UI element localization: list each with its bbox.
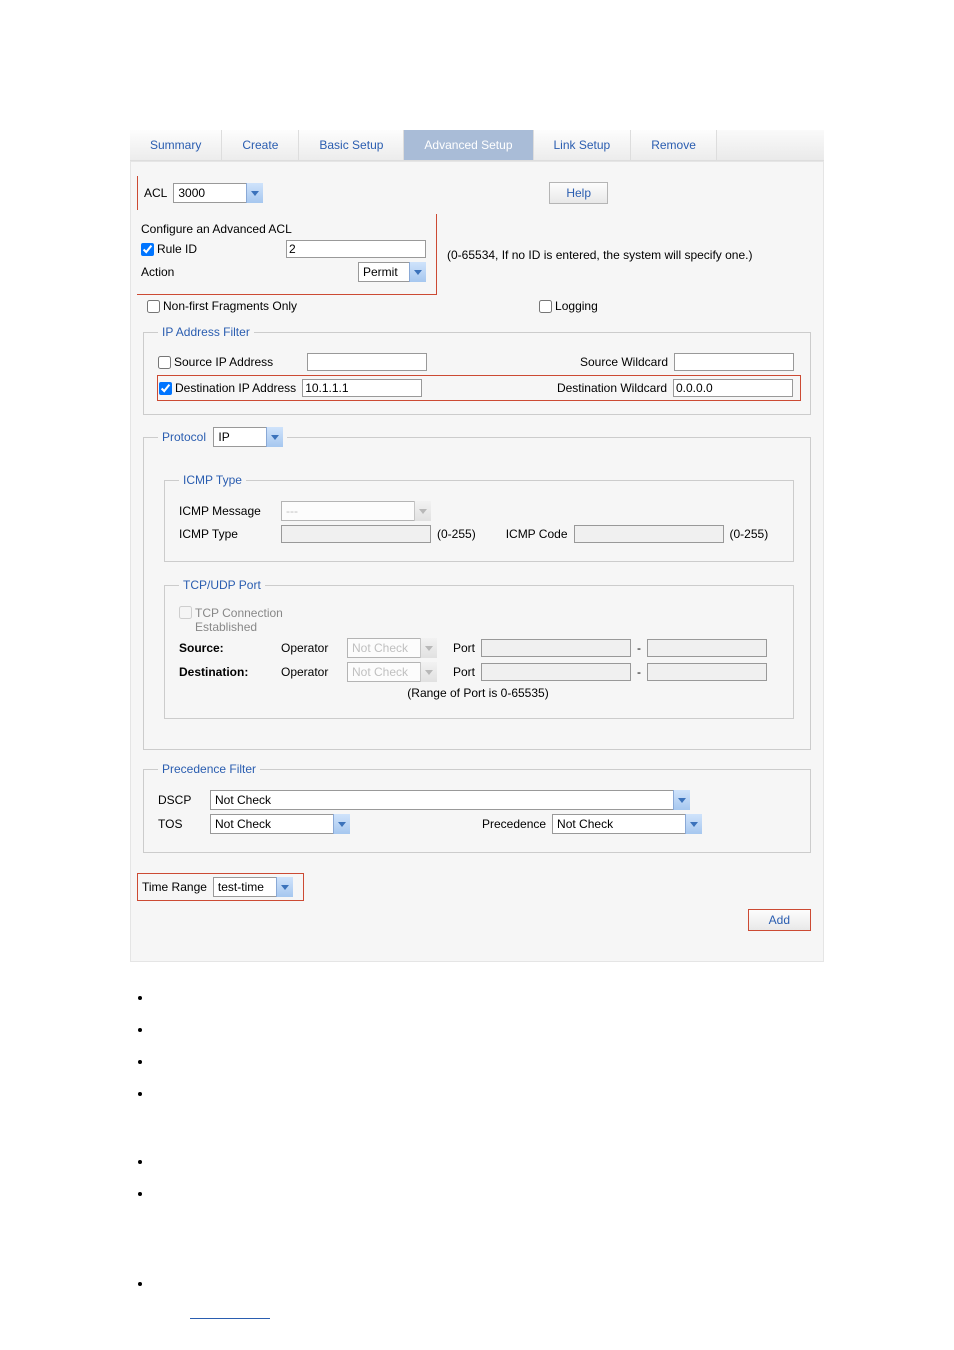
action-select[interactable]: Permit bbox=[358, 262, 426, 282]
non-first-fragments-label: Non-first Fragments Only bbox=[163, 299, 297, 313]
precedence-select[interactable]: Not Check bbox=[552, 814, 702, 834]
tab-create[interactable]: Create bbox=[222, 130, 299, 160]
icmp-type-input bbox=[281, 525, 431, 543]
action-label: Action bbox=[141, 265, 174, 279]
notes-list: . . . . . . . bbox=[130, 990, 824, 1322]
source-port-text: Port bbox=[453, 641, 475, 655]
tcp-connection-established-label: TCP Connection Established bbox=[195, 606, 323, 634]
tcp-udp-port-group: TCP/UDP Port TCP Connection Established … bbox=[164, 578, 794, 719]
tab-link-setup[interactable]: Link Setup bbox=[534, 130, 632, 160]
tos-label: TOS bbox=[158, 817, 204, 831]
icmp-code-input bbox=[574, 525, 724, 543]
dscp-label: DSCP bbox=[158, 793, 204, 807]
source-ip-label: Source IP Address bbox=[174, 355, 273, 369]
destination-port-text: Port bbox=[453, 665, 475, 679]
tos-select[interactable]: Not Check bbox=[210, 814, 350, 834]
destination-ip-checkbox[interactable]: Destination IP Address bbox=[159, 381, 296, 395]
precedence-label: Precedence bbox=[482, 817, 546, 831]
icmp-code-hint: (0-255) bbox=[730, 527, 769, 541]
protocol-group: Protocol IP ICMP Type ICMP Message --- bbox=[143, 427, 811, 750]
source-wildcard-label: Source Wildcard bbox=[580, 355, 668, 369]
icmp-code-label: ICMP Code bbox=[506, 527, 568, 541]
source-ip-checkbox[interactable]: Source IP Address bbox=[158, 355, 273, 369]
list-item: . bbox=[152, 1276, 824, 1290]
list-item: . bbox=[152, 1154, 824, 1168]
logging-label: Logging bbox=[555, 299, 598, 313]
source-ip-input[interactable] bbox=[307, 353, 427, 371]
rule-id-hint: (0-65534, If no ID is entered, the syste… bbox=[447, 248, 752, 262]
protocol-select[interactable]: IP bbox=[213, 427, 283, 447]
dash-label: - bbox=[637, 641, 641, 655]
destination-ip-input[interactable] bbox=[302, 379, 422, 397]
port-range-hint: (Range of Port is 0-65535) bbox=[407, 686, 548, 700]
source-operator-label: Operator bbox=[281, 641, 341, 655]
logging-checkbox[interactable]: Logging bbox=[539, 299, 598, 313]
list-item: . bbox=[152, 1054, 824, 1068]
icmp-message-label: ICMP Message bbox=[179, 504, 275, 518]
tcp-connection-established-checkbox[interactable]: TCP Connection Established bbox=[179, 606, 323, 634]
source-operator-select: Not Check bbox=[347, 638, 437, 658]
destination-port-to-input bbox=[647, 663, 767, 681]
icmp-type-hint: (0-255) bbox=[437, 527, 476, 541]
add-button[interactable]: Add bbox=[748, 909, 811, 931]
ip-address-filter-legend: IP Address Filter bbox=[158, 325, 254, 339]
tab-basic-setup[interactable]: Basic Setup bbox=[299, 130, 404, 160]
tab-remove[interactable]: Remove bbox=[631, 130, 717, 160]
rule-id-input[interactable] bbox=[286, 240, 426, 258]
destination-operator-select: Not Check bbox=[347, 662, 437, 682]
source-port-to-input bbox=[647, 639, 767, 657]
destination-port-label: Destination: bbox=[179, 665, 275, 679]
non-first-fragments-checkbox[interactable]: Non-first Fragments Only bbox=[147, 299, 297, 313]
icmp-type-legend: ICMP Type bbox=[179, 473, 246, 487]
list-item: . bbox=[152, 1022, 824, 1036]
link-underline[interactable] bbox=[190, 1318, 270, 1319]
source-wildcard-input[interactable] bbox=[674, 353, 794, 371]
list-item: . bbox=[152, 1086, 824, 1100]
list-item: . bbox=[152, 1186, 824, 1200]
list-item: . bbox=[152, 990, 824, 1004]
tablist: Summary Create Basic Setup Advanced Setu… bbox=[130, 130, 824, 161]
ip-address-filter-group: IP Address Filter Source IP Address Sour… bbox=[143, 325, 811, 415]
destination-ip-label: Destination IP Address bbox=[175, 381, 296, 395]
help-button[interactable]: Help bbox=[549, 182, 608, 204]
time-range-label: Time Range bbox=[142, 880, 207, 894]
icmp-type-group: ICMP Type ICMP Message --- ICMP Type (0-… bbox=[164, 473, 794, 562]
dash-label-2: - bbox=[637, 665, 641, 679]
source-port-from-input bbox=[481, 639, 631, 657]
destination-operator-label: Operator bbox=[281, 665, 341, 679]
destination-wildcard-input[interactable] bbox=[673, 379, 793, 397]
source-port-label: Source: bbox=[179, 641, 275, 655]
configure-title: Configure an Advanced ACL bbox=[141, 222, 292, 236]
tab-summary[interactable]: Summary bbox=[130, 130, 222, 160]
precedence-filter-legend: Precedence Filter bbox=[158, 762, 260, 776]
precedence-filter-group: Precedence Filter DSCP Not Check TOS Not… bbox=[143, 762, 811, 853]
rule-id-checkbox[interactable]: Rule ID bbox=[141, 242, 197, 256]
tab-advanced-setup[interactable]: Advanced Setup bbox=[404, 130, 533, 160]
tcp-udp-port-legend: TCP/UDP Port bbox=[179, 578, 265, 592]
time-range-select[interactable]: test-time bbox=[213, 877, 293, 897]
acl-label: ACL bbox=[144, 186, 167, 200]
rule-id-label: Rule ID bbox=[157, 242, 197, 256]
icmp-type-label: ICMP Type bbox=[179, 527, 275, 541]
acl-select[interactable]: 3000 bbox=[173, 183, 263, 203]
dscp-select[interactable]: Not Check bbox=[210, 790, 690, 810]
destination-port-from-input bbox=[481, 663, 631, 681]
protocol-legend: Protocol IP bbox=[158, 427, 287, 447]
destination-wildcard-label: Destination Wildcard bbox=[557, 381, 667, 395]
icmp-message-select: --- bbox=[281, 501, 431, 521]
